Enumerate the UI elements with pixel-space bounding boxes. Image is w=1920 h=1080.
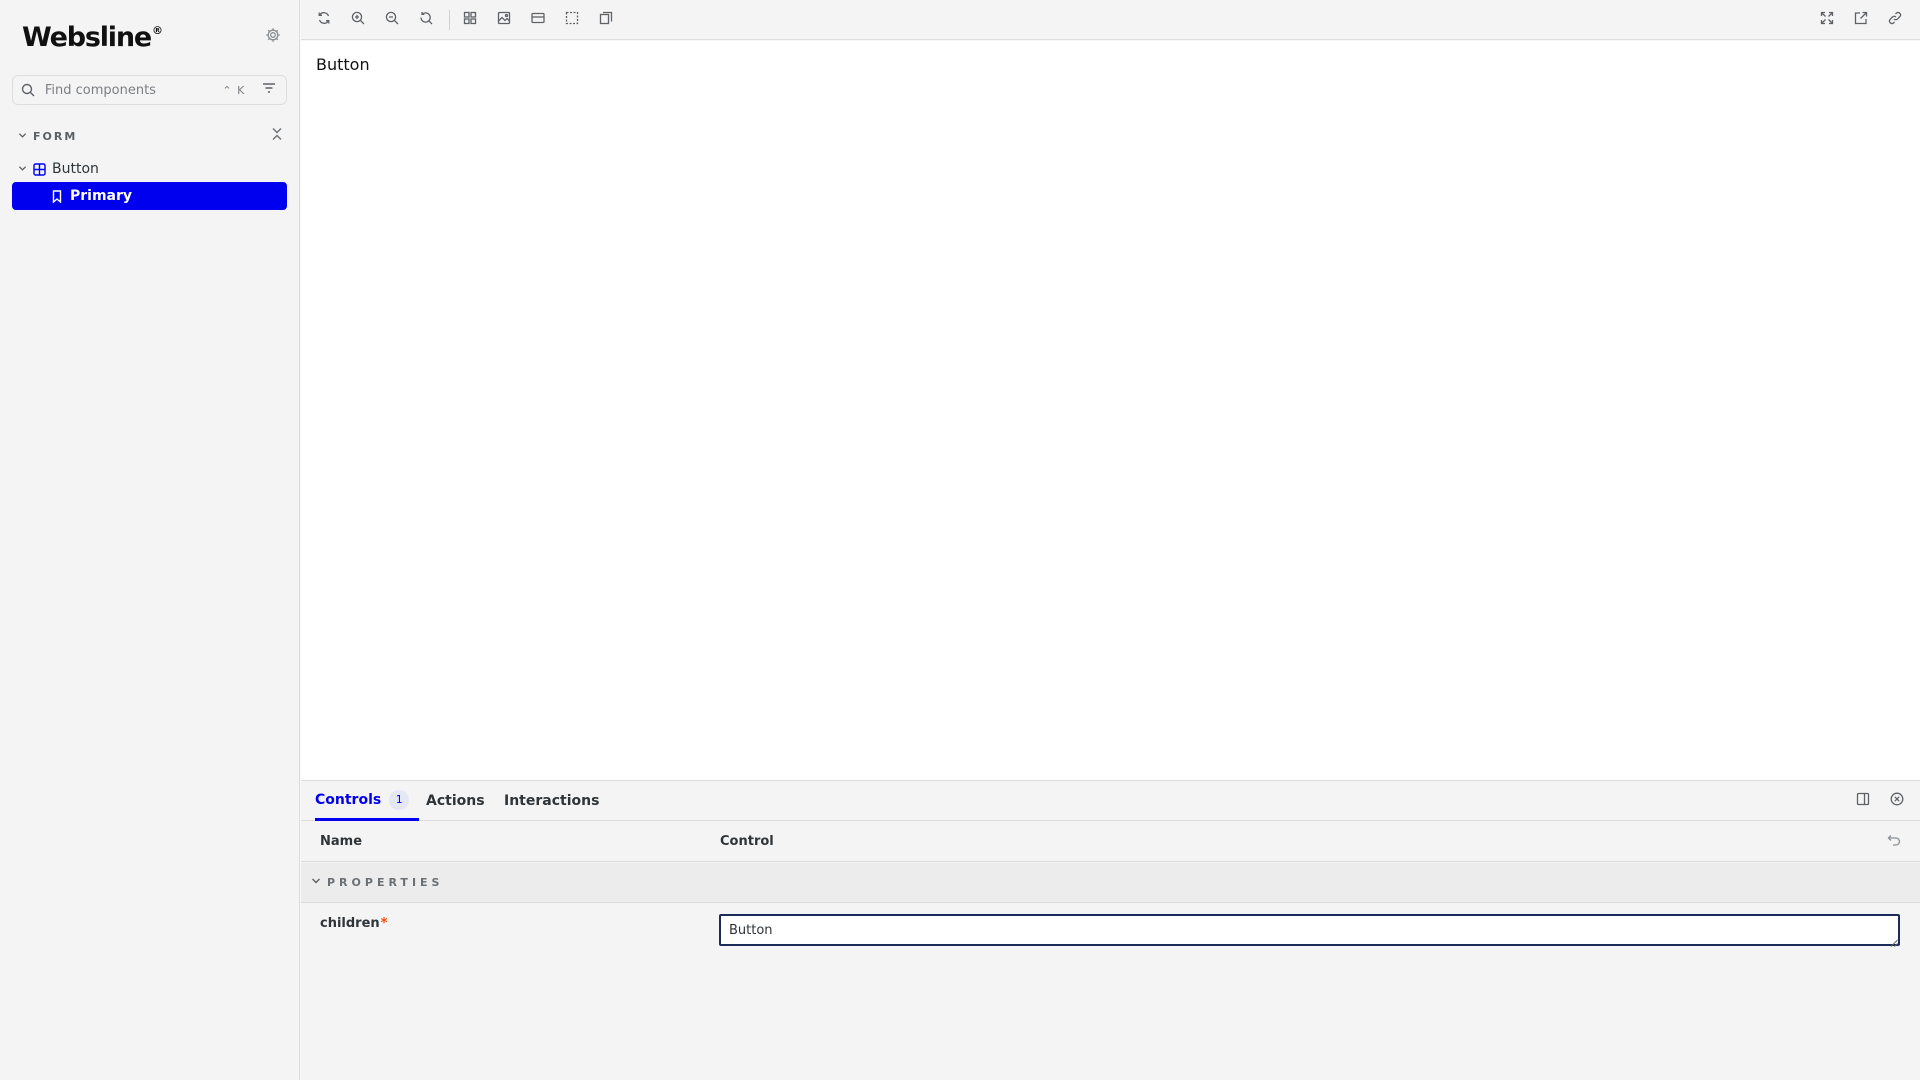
group-toggle[interactable]: FORM — [18, 129, 77, 144]
reset-controls-button[interactable] — [1884, 832, 1904, 852]
preview-canvas: Button — [301, 41, 1920, 780]
children-text-field[interactable] — [719, 914, 1900, 946]
search-box: ⌃ K — [12, 75, 287, 105]
prop-name: children* — [320, 916, 387, 931]
reload-button[interactable] — [314, 10, 334, 30]
grid-icon — [463, 11, 477, 29]
tab-count-badge: 1 — [389, 789, 410, 810]
search-icon — [21, 82, 37, 98]
preview-toolbar — [301, 0, 1920, 40]
sidebar-layout-icon — [1856, 792, 1870, 810]
search-input[interactable] — [44, 82, 219, 98]
grid-button[interactable] — [460, 10, 480, 30]
background-icon — [497, 11, 511, 29]
undo-icon — [1887, 834, 1901, 850]
reload-icon — [317, 11, 331, 29]
column-header-name: Name — [320, 834, 363, 849]
background-button[interactable] — [494, 10, 514, 30]
chevron-down-icon — [311, 875, 321, 890]
bookmark-icon — [52, 189, 62, 203]
collapse-all-icon — [271, 127, 283, 145]
tree-item-component[interactable]: Button — [18, 158, 286, 180]
panel-orientation-button[interactable] — [1853, 791, 1873, 811]
required-marker: * — [380, 916, 388, 931]
zoom-out-button[interactable] — [382, 10, 402, 30]
story-item-label: Primary — [70, 188, 133, 204]
prop-name-text: children — [320, 916, 380, 931]
group-title: FORM — [33, 129, 78, 143]
reset-zoom-button[interactable] — [416, 10, 436, 30]
section-title: PROPERTIES — [327, 876, 444, 889]
component-icon — [33, 162, 46, 176]
control-row: children* — [301, 904, 1920, 962]
story-item-selected[interactable]: Primary — [12, 182, 287, 210]
fullscreen-button[interactable] — [1817, 10, 1837, 30]
controls-table-header: Name Control — [301, 822, 1920, 862]
viewport-button[interactable] — [528, 10, 548, 30]
filter-icon — [262, 82, 276, 98]
brand-name: Websline — [22, 21, 152, 53]
viewport-icon — [531, 11, 545, 29]
open-new-tab-button[interactable] — [1851, 10, 1871, 30]
reset-zoom-icon — [419, 11, 433, 29]
fullscreen-icon — [1820, 11, 1834, 29]
group-header-form: FORM — [18, 126, 286, 146]
copy-link-icon — [1888, 11, 1902, 29]
outline-button[interactable] — [562, 10, 582, 30]
addons-panel: Controls 1 Actions Interactions Name Con… — [301, 780, 1920, 1080]
open-new-tab-icon — [1854, 11, 1868, 29]
zoom-in-button[interactable] — [348, 10, 368, 30]
tab-interactions[interactable]: Interactions — [504, 781, 599, 821]
column-header-control: Control — [720, 834, 774, 849]
gear-icon — [265, 27, 281, 47]
copy-link-button[interactable] — [1885, 10, 1905, 30]
search-shortcut-hint: ⌃ K — [222, 83, 246, 97]
panel-tabs: Controls 1 Actions Interactions — [301, 781, 1920, 821]
brand-row: Websline ® — [22, 20, 284, 54]
close-panel-button[interactable] — [1887, 791, 1907, 811]
close-icon — [1890, 792, 1904, 810]
settings-button[interactable] — [262, 26, 284, 48]
tab-label: Interactions — [504, 793, 600, 809]
section-properties-toggle[interactable]: PROPERTIES — [301, 863, 1920, 903]
tab-label: Controls — [315, 791, 382, 808]
chevron-down-icon — [18, 129, 27, 144]
tab-actions[interactable]: Actions — [426, 781, 485, 821]
chevron-down-icon — [18, 162, 27, 177]
preview-button[interactable]: Button — [316, 55, 370, 74]
brand-logo[interactable]: Websline ® — [22, 22, 163, 53]
tree-item-label: Button — [52, 161, 99, 177]
measure-button[interactable] — [596, 10, 616, 30]
tab-label: Actions — [426, 793, 485, 809]
registered-mark: ® — [151, 23, 163, 37]
toolbar-divider — [449, 10, 450, 30]
tab-controls[interactable]: Controls 1 — [315, 781, 420, 821]
zoom-out-icon — [385, 11, 399, 29]
measure-icon — [599, 11, 613, 29]
filter-button[interactable] — [260, 81, 278, 99]
collapse-all-button[interactable] — [268, 127, 286, 145]
zoom-in-icon — [351, 11, 365, 29]
sidebar: Websline® ⌃ K — [0, 0, 300, 1080]
resize-grip-icon[interactable] — [1890, 936, 1898, 947]
outline-icon — [565, 11, 579, 29]
